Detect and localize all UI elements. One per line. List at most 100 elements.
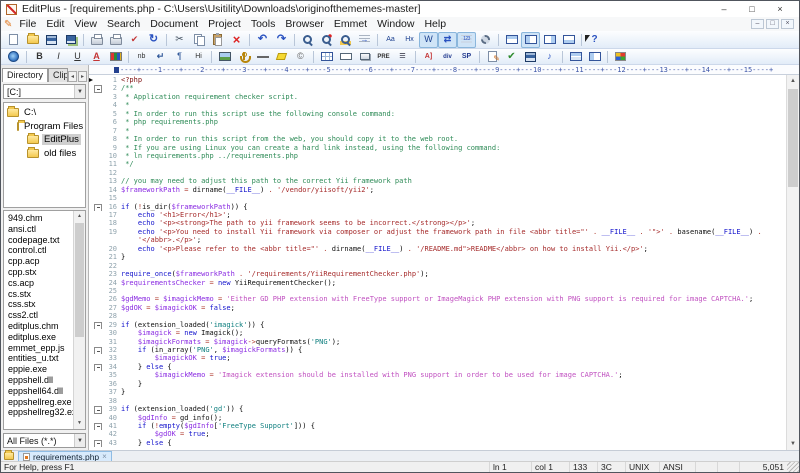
code-row[interactable]: 35 $imagickMemo = 'Imagick extension sho… <box>89 371 785 379</box>
bullet-list-button[interactable] <box>393 50 412 64</box>
code-row[interactable]: 9 * If you are using Linux you can creat… <box>89 144 785 152</box>
file-item[interactable]: ansi.ctl <box>8 224 71 235</box>
special-character-button[interactable]: © <box>291 50 310 64</box>
horizontal-rule-button[interactable] <box>253 50 272 64</box>
minimize-button[interactable]: – <box>710 2 738 17</box>
find-button[interactable] <box>298 32 317 48</box>
file-item[interactable]: entities_u.txt <box>8 353 71 364</box>
tab-scroll-right-button[interactable]: ▸ <box>78 71 87 82</box>
code-area[interactable]: 1<?php2/**3 * Application requirement ch… <box>89 75 799 450</box>
save-page-button[interactable] <box>521 50 540 64</box>
tab-close-icon[interactable]: × <box>102 452 107 461</box>
code-row[interactable]: 23require_once($frameworkPath . '/requir… <box>89 270 785 278</box>
menu-search[interactable]: Search <box>102 18 145 30</box>
drive-selector[interactable]: [C:] ▼ <box>3 84 86 99</box>
output-window-button[interactable] <box>559 32 578 48</box>
code-row[interactable]: 22 <box>89 262 785 270</box>
spell-check-button[interactable] <box>125 32 144 48</box>
mdi-restore-button[interactable]: □ <box>766 19 779 29</box>
text-field-button[interactable] <box>336 50 355 64</box>
menu-document[interactable]: Document <box>145 18 203 30</box>
directory-window-button[interactable] <box>521 32 540 48</box>
editor-vscrollbar[interactable]: ▲ ▼ <box>786 75 799 450</box>
insert-table-button[interactable] <box>317 50 336 64</box>
paragraph-button[interactable]: ¶ <box>170 50 189 64</box>
save-all-button[interactable] <box>61 32 80 48</box>
file-item[interactable]: cs.acp <box>8 278 71 289</box>
find-in-files-button[interactable] <box>336 32 355 48</box>
fold-toggle[interactable] <box>93 346 102 354</box>
print-preview-button[interactable] <box>87 32 106 48</box>
code-row[interactable]: 42 $gdOK = true; <box>89 430 785 438</box>
scrollbar-track[interactable] <box>787 87 799 438</box>
editor-pane[interactable]: ----+----1----+----2----+----3----+----4… <box>89 65 799 450</box>
close-button[interactable]: × <box>766 2 794 17</box>
paste-button[interactable] <box>208 32 227 48</box>
scroll-down-icon[interactable]: ▼ <box>74 418 85 429</box>
scroll-down-icon[interactable]: ▼ <box>787 438 799 450</box>
fold-toggle[interactable] <box>93 405 102 413</box>
menu-tools[interactable]: Tools <box>246 18 281 30</box>
code-row[interactable]: 41 if (!empty($gdInfo['FreeType Support'… <box>89 422 785 430</box>
scrollbar-thumb[interactable] <box>788 89 798 187</box>
file-item[interactable]: css.stx <box>8 299 71 310</box>
code-row[interactable]: 7 * <box>89 127 785 135</box>
save-button[interactable] <box>42 32 61 48</box>
mdi-minimize-button[interactable]: – <box>751 19 764 29</box>
file-item[interactable]: cpp.stx <box>8 267 71 278</box>
reload-button[interactable] <box>144 32 163 48</box>
menu-help[interactable]: Help <box>419 18 451 30</box>
code-row[interactable]: 13// you may need to adjust this path to… <box>89 177 785 185</box>
scrollbar-thumb[interactable] <box>75 223 84 337</box>
file-item[interactable]: cs.stx <box>8 289 71 300</box>
code-row[interactable]: 3 * Application requirement checker scri… <box>89 93 785 101</box>
code-row[interactable]: 17 echo '<h1>Error</h1>'; <box>89 211 785 219</box>
redo-button[interactable] <box>272 32 291 48</box>
anchor-button[interactable] <box>234 50 253 64</box>
code-row[interactable]: 1<?php <box>89 76 785 84</box>
code-row[interactable]: 5 * In order to run this script use the … <box>89 110 785 118</box>
menu-project[interactable]: Project <box>203 18 246 30</box>
fold-toggle[interactable] <box>93 439 102 447</box>
code-row[interactable]: 33 $imagickOK = true; <box>89 354 785 362</box>
menu-emmet[interactable]: Emmet <box>329 18 372 30</box>
chevron-down-icon[interactable]: ▼ <box>74 85 85 98</box>
bold-button[interactable]: B <box>30 50 49 64</box>
edit-source-button[interactable] <box>483 50 502 64</box>
fold-toggle[interactable] <box>93 363 102 371</box>
sp-tag-button[interactable]: SP <box>457 50 476 64</box>
line-break-button[interactable]: ↵ <box>151 50 170 64</box>
file-item[interactable]: eppie.exe <box>8 364 71 375</box>
code-row[interactable]: 37} <box>89 388 785 396</box>
menu-browser[interactable]: Browser <box>280 18 329 30</box>
replace-button[interactable] <box>317 32 336 48</box>
file-item[interactable]: eppshell.dll <box>8 375 71 386</box>
code-row[interactable]: 36 } <box>89 380 785 388</box>
browser-window-button[interactable] <box>611 50 630 64</box>
color-picker-button[interactable] <box>106 50 125 64</box>
view-in-browser-button[interactable] <box>4 50 23 64</box>
code-row[interactable]: 34 } else { <box>89 363 785 371</box>
print-button[interactable] <box>106 32 125 48</box>
tab-indicator-button[interactable] <box>438 32 457 48</box>
file-item[interactable]: emmet_epp.js <box>8 343 71 354</box>
code-row[interactable]: 10 * ln requirements.php ../requirements… <box>89 152 785 160</box>
file-item[interactable]: eppshellreg.exe <box>8 397 71 408</box>
menu-edit[interactable]: Edit <box>41 18 69 30</box>
mdi-close-button[interactable]: × <box>781 19 794 29</box>
file-item[interactable]: control.ctl <box>8 245 71 256</box>
code-row[interactable]: 31 $imagickFormats = $imagick->queryForm… <box>89 338 785 346</box>
code-row[interactable]: 26$gdMemo = $imagickMemo = 'Either GD PH… <box>89 295 785 303</box>
insert-media-button[interactable]: ♪ <box>540 50 559 64</box>
copy-button[interactable] <box>189 32 208 48</box>
cliptext-window-button[interactable] <box>540 32 559 48</box>
code-row[interactable]: 8 * In order to run this script from the… <box>89 135 785 143</box>
code-row[interactable]: 21} <box>89 253 785 261</box>
nonbreaking-space-button[interactable]: nb <box>132 50 151 64</box>
scroll-up-icon[interactable]: ▲ <box>74 211 85 222</box>
menu-view[interactable]: View <box>69 18 102 30</box>
file-item[interactable]: 949.chm <box>8 213 71 224</box>
split-horizontal-button[interactable] <box>566 50 585 64</box>
fold-toggle[interactable] <box>93 321 102 329</box>
push-button-button[interactable] <box>355 50 374 64</box>
